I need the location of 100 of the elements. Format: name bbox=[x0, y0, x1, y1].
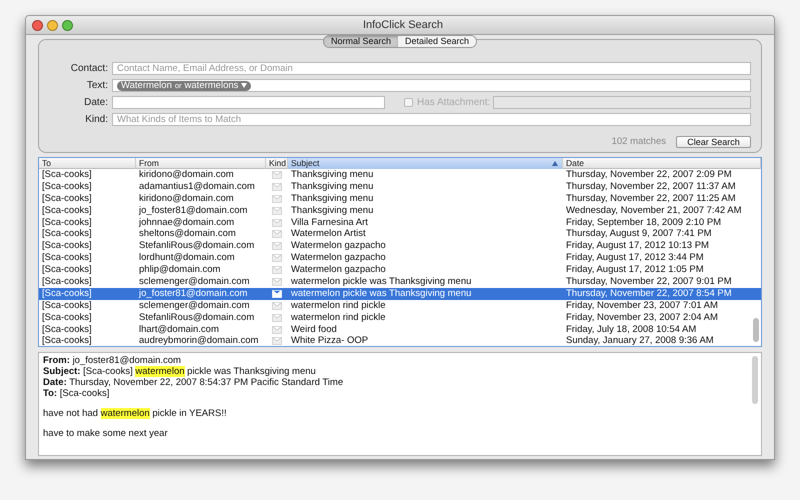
table-cell-text: lordhunt@domain.com bbox=[138, 252, 236, 264]
table-cell-text: Friday, September 18, 2009 2:10 PM bbox=[565, 216, 722, 228]
table-cell-text: [Sca-cooks] bbox=[41, 276, 93, 288]
envelope-icon bbox=[272, 278, 282, 286]
table-cell-text: [Sca-cooks] bbox=[41, 192, 93, 205]
table-cell-text: sheltons@domain.com bbox=[138, 228, 237, 240]
table-cell-text: Friday, August 17, 2012 3:44 PM bbox=[565, 252, 705, 264]
date-field[interactable] bbox=[112, 96, 385, 109]
caret-icon bbox=[241, 83, 248, 88]
table-row[interactable]: [Sca-cooks] lhart@domain.com Weird food Friday, July 18, 2008 10:54 AM bbox=[39, 324, 761, 336]
table-cell-text: jo_foster81@domain.com bbox=[138, 204, 248, 217]
table-row[interactable]: [Sca-cooks] jo_foster81@domain.com Thanksgiving menu Wednesday, November 21, 2007 7:42 AM bbox=[39, 204, 761, 217]
table-cell-text: Villa Farnesina Art bbox=[290, 216, 369, 228]
envelope-icon bbox=[272, 254, 282, 262]
table-cell-text: watermelon pickle was Thanksgiving menu bbox=[290, 276, 472, 288]
table-cell-text: [Sca-cooks] bbox=[41, 300, 93, 312]
kind-field[interactable]: What Kinds of Items to Match bbox=[112, 113, 751, 126]
table-cell-text: Thursday, November 22, 2007 9:01 PM bbox=[565, 276, 733, 288]
table-cell-text: [Sca-cooks] bbox=[41, 204, 93, 217]
table-row[interactable]: [Sca-cooks] jo_foster81@domain.com watermelon pickle was Thanksgiving menu Thursday, November 22, 2007 8:54 PM bbox=[39, 288, 761, 300]
header-line: To: [Sca-cooks] bbox=[43, 388, 110, 399]
table-cell-text: [Sca-cooks] bbox=[41, 240, 93, 252]
table-cell-text: watermelon rind pickle bbox=[290, 300, 387, 312]
table-cell-text: Friday, November 23, 2007 2:04 AM bbox=[565, 312, 719, 324]
table-row[interactable]: [Sca-cooks] phlip@domain.com Watermelon gazpacho Friday, August 17, 2012 1:05 PM bbox=[39, 264, 761, 276]
table-cell-text: [Sca-cooks] bbox=[41, 264, 93, 276]
table-row[interactable]: [Sca-cooks] lordhunt@domain.com Watermelon gazpacho Friday, August 17, 2012 3:44 PM bbox=[39, 252, 761, 264]
column-header[interactable]: Subject bbox=[288, 158, 563, 169]
header-line: From: jo_foster81@domain.com bbox=[43, 355, 182, 366]
minimize-button[interactable] bbox=[47, 20, 58, 30]
table-cell-text: lhart@domain.com bbox=[138, 324, 220, 336]
field-label: Contact: bbox=[70, 62, 109, 76]
table-row[interactable]: [Sca-cooks] adamantius1@domain.com Thanksgiving menu Thursday, November 22, 2007 11:37 AM bbox=[39, 180, 761, 193]
table-cell-text: Friday, July 18, 2008 10:54 AM bbox=[565, 324, 698, 336]
contact-field[interactable]: Contact Name, Email Address, or Domain bbox=[112, 62, 751, 75]
envelope-icon bbox=[272, 230, 282, 238]
envelope-icon bbox=[272, 326, 282, 334]
column-header[interactable]: Date bbox=[563, 158, 761, 169]
table-cell-text: audreybmorin@domain.com bbox=[138, 335, 260, 346]
window-title: InfoClick Search bbox=[362, 18, 444, 33]
table-cell-text: adamantius1@domain.com bbox=[138, 180, 256, 193]
field-label: Has Attachment: bbox=[417, 96, 490, 110]
table-row[interactable]: [Sca-cooks] sclemenger@domain.com watermelon pickle was Thanksgiving menu Thursday, November 22, 2007 9:01 PM bbox=[39, 276, 761, 288]
column-header[interactable]: From bbox=[136, 158, 266, 169]
table-cell-text: Watermelon gazpacho bbox=[290, 264, 387, 276]
envelope-icon bbox=[272, 182, 282, 191]
table-row[interactable]: [Sca-cooks] kiridono@domain.com Thanksgiving menu Thursday, November 22, 2007 11:25 AM bbox=[39, 192, 761, 205]
search-mode-tab[interactable]: Normal Search bbox=[324, 36, 398, 47]
column-header[interactable]: To bbox=[39, 158, 136, 169]
table-cell-text: Friday, August 17, 2012 10:13 PM bbox=[565, 240, 710, 252]
table-cell-text: [Sca-cooks] bbox=[41, 324, 93, 336]
table-cell-text: Thursday, November 22, 2007 11:25 AM bbox=[565, 192, 737, 205]
table-cell-text: [Sca-cooks] bbox=[41, 180, 93, 193]
table-cell-text: StefanliRous@domain.com bbox=[138, 312, 256, 324]
field-label: Kind: bbox=[84, 113, 109, 127]
table-cell-text: sclemenger@domain.com bbox=[138, 276, 250, 288]
table-row[interactable]: [Sca-cooks] StefanliRous@domain.com watermelon rind pickle Friday, November 23, 2007 2:04 AM bbox=[39, 312, 761, 324]
close-button[interactable] bbox=[32, 20, 43, 30]
envelope-icon bbox=[272, 206, 282, 215]
table-row[interactable]: [Sca-cooks] johnnae@domain.com Villa Farnesina Art Friday, September 18, 2009 2:10 PM bbox=[39, 216, 761, 228]
scrollbar-thumb[interactable] bbox=[752, 356, 758, 404]
table-cell-text: Thursday, November 22, 2007 8:54 PM bbox=[565, 288, 733, 300]
table-cell-text: jo_foster81@domain.com bbox=[138, 288, 248, 300]
search-mode-tab[interactable]: Detailed Search bbox=[398, 36, 476, 47]
table-row[interactable]: [Sca-cooks] sclemenger@domain.com watermelon rind pickle Friday, November 23, 2007 7:01 AM bbox=[39, 300, 761, 312]
scrollbar-thumb[interactable] bbox=[753, 318, 759, 342]
table-cell-text: Thanksgiving menu bbox=[290, 180, 374, 193]
table-cell-text: Sunday, January 27, 2008 9:36 AM bbox=[565, 335, 715, 346]
table-cell-text: johnnae@domain.com bbox=[138, 216, 236, 228]
table-cell-text: [Sca-cooks] bbox=[41, 335, 93, 346]
table-cell-text: sclemenger@domain.com bbox=[138, 300, 250, 312]
envelope-icon bbox=[272, 290, 282, 298]
table-row[interactable]: [Sca-cooks] sheltons@domain.com Watermelon Artist Thursday, August 9, 2007 7:41 PM bbox=[39, 228, 761, 240]
table-cell-text: Wednesday, November 21, 2007 7:42 AM bbox=[565, 204, 743, 217]
table-row[interactable]: [Sca-cooks] audreybmorin@domain.com White Pizza- OOP Sunday, January 27, 2008 9:36 AM bbox=[39, 335, 761, 346]
table-cell-text: [Sca-cooks] bbox=[41, 252, 93, 264]
header-line: Date: Thursday, November 22, 2007 8:54:37 PM Pacific Standard Time bbox=[43, 377, 344, 388]
field-label: Text: bbox=[86, 79, 109, 93]
zoom-button[interactable] bbox=[62, 20, 73, 30]
table-cell-text: watermelon pickle was Thanksgiving menu bbox=[290, 288, 472, 300]
table-cell-text: phlip@domain.com bbox=[138, 264, 222, 276]
clear-search-button[interactable]: Clear Search bbox=[676, 136, 751, 148]
table-cell-text: Thanksgiving menu bbox=[290, 169, 374, 181]
table-cell-text: kiridono@domain.com bbox=[138, 192, 235, 205]
table-row[interactable]: [Sca-cooks] kiridono@domain.com Thanksgiving menu Thursday, November 22, 2007 2:09 PM bbox=[39, 169, 761, 181]
table-cell-text: Friday, August 17, 2012 1:05 PM bbox=[565, 264, 705, 276]
envelope-icon bbox=[272, 242, 282, 250]
envelope-icon bbox=[272, 266, 282, 274]
table-cell-text: Thursday, August 9, 2007 7:41 PM bbox=[565, 228, 713, 240]
match-count: 102 matches bbox=[612, 135, 666, 149]
table-cell-text: StefanliRous@domain.com bbox=[138, 240, 256, 252]
table-cell-text: [Sca-cooks] bbox=[41, 169, 93, 181]
field-label: Date: bbox=[83, 96, 109, 110]
envelope-icon bbox=[272, 337, 282, 346]
envelope-icon bbox=[272, 194, 282, 203]
table-cell-text: watermelon rind pickle bbox=[290, 312, 387, 324]
table-cell-text: [Sca-cooks] bbox=[41, 288, 93, 300]
table-row[interactable]: [Sca-cooks] StefanliRous@domain.com Watermelon gazpacho Friday, August 17, 2012 10:13 PM bbox=[39, 240, 761, 252]
table-cell-text: White Pizza- OOP bbox=[290, 335, 370, 346]
table-cell-text: Watermelon Artist bbox=[290, 228, 367, 240]
